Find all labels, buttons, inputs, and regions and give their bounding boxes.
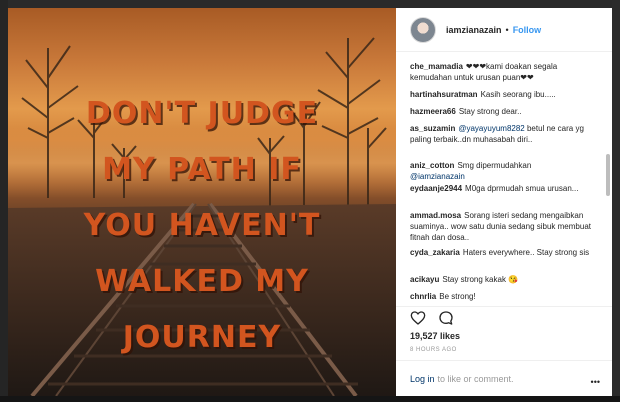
post-actions	[410, 310, 454, 326]
follow-button[interactable]: Follow	[513, 25, 542, 35]
comment-text: Smg dipermudahkan	[457, 161, 532, 170]
comment-username[interactable]: eydaanje2944	[410, 184, 462, 193]
quote-line: WALKED MY	[95, 264, 309, 299]
comment-item: cyda_zakaria Haters everywhere.. Stay str…	[410, 247, 598, 258]
backdrop-top	[0, 0, 620, 8]
backdrop-right	[612, 0, 620, 402]
comment-item: ammad.mosa Sorang isteri sedang mengaibka…	[410, 210, 598, 243]
comment-username[interactable]: aniz_cotton	[410, 161, 454, 170]
comment-text: Be strong!	[439, 292, 476, 301]
post-sidebar: iamzianazain • Follow che_mamadia ❤❤❤kami…	[396, 8, 612, 396]
comment-item: eydaanje2944 M0ga dprmudah smua urusan...	[410, 183, 598, 194]
comment-item: acikayu Stay strong kakak 😘	[410, 274, 598, 285]
comments-scrollbar[interactable]	[606, 154, 610, 196]
comment-item: as_suzamin @yayayuyum8282 betul ne cara y…	[410, 123, 598, 145]
comment-username[interactable]: acikayu	[410, 275, 439, 284]
comment-text: Stay strong dear..	[458, 107, 522, 116]
quote-line: JOURNEY	[122, 320, 282, 355]
comment-username[interactable]: hartinahsuratman	[410, 90, 478, 99]
username[interactable]: iamzianazain	[446, 25, 502, 35]
comment-username[interactable]: chnrlia	[410, 292, 436, 301]
comment-text: Kasih seorang ibu.....	[480, 90, 556, 99]
comment-username[interactable]: cyda_zakaria	[410, 248, 460, 257]
comment-mention[interactable]: @iamzianazain	[410, 172, 465, 181]
heart-icon[interactable]	[410, 310, 426, 326]
login-link[interactable]: Log in	[410, 374, 435, 384]
comment-bubble-icon[interactable]	[438, 310, 454, 326]
comment-item: aniz_cotton Smg dipermudahkan @iamzianazai…	[410, 160, 598, 182]
comment-item: hazmeera66 Stay strong dear..	[410, 106, 598, 117]
comment-username[interactable]: as_suzamin	[410, 124, 455, 133]
backdrop-left	[0, 0, 8, 402]
comment-mention[interactable]: @yayayuyum8282	[458, 124, 524, 133]
comment-text: Haters everywhere.. Stay strong sis	[462, 248, 590, 257]
comment-item: chnrlia Be strong!	[410, 291, 598, 302]
comment-text: Stay strong kakak 😘	[442, 275, 519, 284]
quote-line: MY PATH IF	[102, 152, 302, 187]
divider	[396, 306, 612, 307]
quote-text: DON'T JUDGE MY PATH IF YOU HAVEN'T WALKE…	[8, 86, 396, 366]
post-timestamp: 8 HOURS AGO	[410, 347, 457, 353]
login-prompt-text: to like or comment.	[437, 373, 514, 384]
quote-line: YOU HAVEN'T	[83, 208, 321, 243]
comment-username[interactable]: ammad.mosa	[410, 211, 461, 220]
post-header: iamzianazain • Follow	[396, 8, 612, 52]
post-image: DON'T JUDGE MY PATH IF YOU HAVEN'T WALKE…	[8, 8, 396, 396]
separator-dot: •	[505, 24, 509, 35]
comment-username[interactable]: hazmeera66	[410, 107, 456, 116]
login-prompt: Log in to like or comment. •••	[396, 360, 612, 396]
avatar[interactable]	[410, 16, 436, 43]
comment-text: M0ga dprmudah smua urusan...	[465, 184, 579, 193]
quote-line: DON'T JUDGE	[85, 96, 319, 131]
comments-list[interactable]: che_mamadia ❤❤❤kami doakan segala kemudah…	[396, 52, 612, 306]
comment-item: che_mamadia ❤❤❤kami doakan segala kemudah…	[410, 61, 598, 83]
comment-item: hartinahsuratman Kasih seorang ibu.....	[410, 89, 598, 100]
comment-username[interactable]: che_mamadia	[410, 62, 463, 71]
backdrop-bottom	[0, 396, 620, 402]
likes-count[interactable]: 19,527 likes	[410, 331, 460, 341]
more-options-icon[interactable]: •••	[591, 377, 600, 387]
